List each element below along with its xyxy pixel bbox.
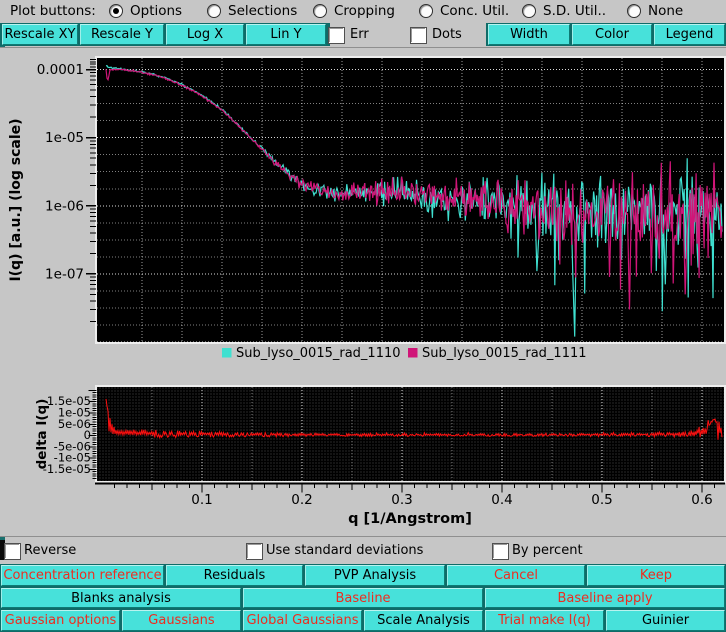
x-tick-label: 0.4 [491,492,512,508]
gaussian-options-button[interactable]: Gaussian options [1,610,120,632]
action-button-grid: Concentration reference Residuals PVP An… [0,564,726,632]
residuals-button[interactable]: Residuals [166,565,303,586]
saxs-plot-window: Plot buttons: Options Selections Croppin… [0,0,726,632]
cancel-button[interactable]: Cancel [447,565,585,586]
radio-sd-util-label: S.D. Util.. [543,3,607,19]
x-axis-title: q [1/Angstrom] [348,511,472,527]
x-tick-label: 0.2 [291,492,312,508]
action-row-3: Gaussian options Gaussians Global Gaussi… [1,610,725,632]
legend-label: Sub_lyso_0015_rad_1111 [422,346,587,361]
reverse-checkbox-label: Reverse [24,543,77,558]
plot-panel: 0.0001 1e-05 1e-06 1e-07 I(q) [a.u.] (log sc… [0,47,726,537]
by-percent-checkbox[interactable] [492,543,509,560]
scale-analysis-button[interactable]: Scale Analysis [364,610,483,632]
radio-cropping-label: Cropping [334,3,395,19]
radio-selected-icon[interactable] [109,4,123,18]
err-checkbox[interactable] [328,27,345,44]
radio-icon[interactable] [207,4,221,18]
x-tick-label: 0.1 [191,492,212,508]
plot-buttons-label: Plot buttons: [10,3,96,19]
gaussians-button[interactable]: Gaussians [122,610,241,632]
radio-icon[interactable] [522,4,536,18]
plots-svg: 0.0001 1e-05 1e-06 1e-07 I(q) [a.u.] (log sc… [8,56,726,527]
radio-icon[interactable] [627,4,641,18]
legend-swatch [408,348,418,358]
radio-selections-label: Selections [228,3,298,19]
baseline-apply-button[interactable]: Baseline apply [485,587,725,609]
concentration-reference-button[interactable]: Concentration reference [1,565,164,586]
radio-icon[interactable] [419,4,433,18]
main-y-tick-label: 1e-05 [45,130,84,146]
delta-y-axis-title: delta I(q) [34,399,50,470]
radio-options[interactable]: Options [109,3,182,19]
main-y-tick-label: 1e-07 [45,266,84,282]
dots-checkbox[interactable] [410,27,427,44]
guinier-button[interactable]: Guinier [606,610,725,632]
radio-conc-util-label: Conc. Util. [440,3,510,19]
main-y-tick-label: 1e-06 [45,198,84,214]
x-tick-label: 0.3 [391,492,412,508]
global-gaussians-button[interactable]: Global Gaussians [243,610,362,632]
width-button[interactable]: Width [488,24,570,45]
baseline-button[interactable]: Baseline [243,587,483,609]
legend-swatch [222,348,232,358]
err-checkbox-label: Err [350,27,369,42]
main-y-tick-label: 0.0001 [37,62,84,78]
lin-y-button[interactable]: Lin Y [246,24,326,45]
color-button[interactable]: Color [572,24,652,45]
dots-checkbox-label: Dots [432,27,462,42]
action-row-2: Blanks analysis Baseline Baseline apply [1,587,725,609]
plot-buttons-bar: Plot buttons: Options Selections Croppin… [0,0,726,23]
log-x-button[interactable]: Log X [166,24,244,45]
reverse-checkbox[interactable] [4,543,21,560]
keep-button[interactable]: Keep [587,565,725,586]
legend-button[interactable]: Legend [654,24,725,45]
pvp-analysis-button[interactable]: PVP Analysis [305,565,445,586]
trial-make-iq-button[interactable]: Trial make I(q) [485,610,604,632]
use-standard-deviations-label: Use standard deviations [266,543,424,558]
action-row-1: Concentration reference Residuals PVP An… [1,565,725,586]
radio-none-label: None [648,3,684,19]
rescale-y-button[interactable]: Rescale Y [80,24,164,45]
x-tick-label: 0.5 [591,492,612,508]
legend-label: Sub_lyso_0015_rad_1110 [236,346,401,361]
radio-sd-util[interactable]: S.D. Util.. [522,3,606,19]
radio-selections[interactable]: Selections [207,3,297,19]
main-y-axis-title: I(q) [a.u.] (log scale) [8,118,24,281]
radio-conc-util[interactable]: Conc. Util. [419,3,509,19]
blanks-analysis-button[interactable]: Blanks analysis [1,587,241,609]
radio-options-label: Options [130,3,183,19]
by-percent-label: By percent [512,543,583,558]
radio-icon[interactable] [313,4,327,18]
use-standard-deviations-checkbox[interactable] [246,543,263,560]
radio-cropping[interactable]: Cropping [313,3,395,19]
x-tick-label: 0.6 [691,492,712,508]
rescale-xy-button[interactable]: Rescale XY [2,24,78,45]
radio-none[interactable]: None [627,3,683,19]
